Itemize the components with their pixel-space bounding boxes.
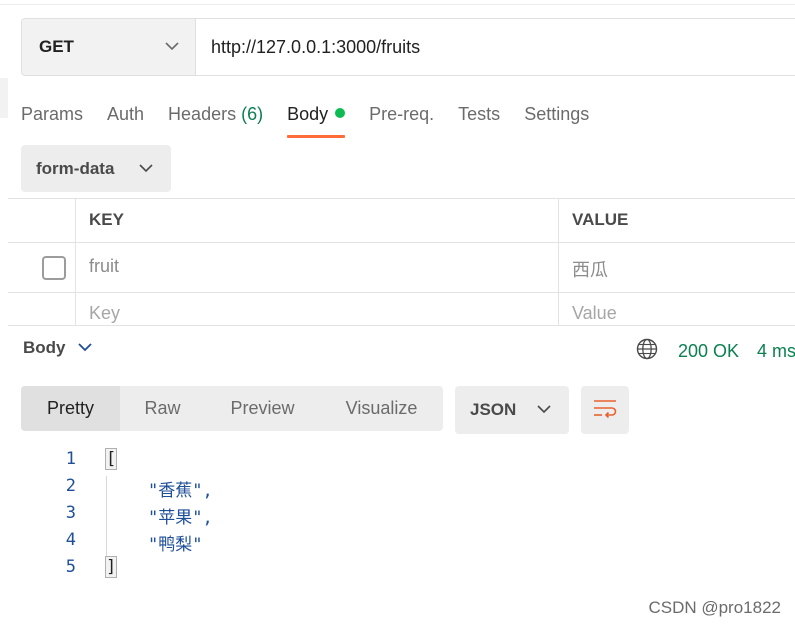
line-number: 4 (65, 530, 76, 550)
response-status-bar: 200 OK 4 ms (636, 338, 795, 365)
column-header-value: VALUE (572, 210, 629, 229)
row-key-text: fruit (89, 256, 120, 276)
chevron-down-icon (537, 401, 551, 419)
row-checkbox[interactable] (42, 256, 66, 280)
form-data-table: KEY VALUE fruit 西瓜 Key Value (8, 198, 795, 325)
body-type-label: form-data (36, 158, 115, 178)
method-select[interactable]: GET (22, 19, 196, 75)
tab-auth[interactable]: Auth (107, 100, 144, 138)
code-text: "苹果", (148, 508, 213, 528)
view-tab-label: Pretty (46, 398, 94, 418)
response-time[interactable]: 4 ms (757, 341, 795, 362)
code-text: "鸭梨" (148, 535, 203, 555)
view-tab-pretty[interactable]: Pretty (21, 386, 120, 431)
response-section-toggle[interactable]: Body (23, 338, 92, 358)
response-divider[interactable] (8, 325, 795, 326)
tab-tests[interactable]: Tests (458, 100, 500, 138)
line-number: 5 (65, 557, 76, 577)
sidebar-edge (0, 78, 8, 118)
view-tab-label: Preview (230, 398, 295, 418)
table-row: fruit 西瓜 (8, 242, 795, 293)
status-code[interactable]: 200 OK (678, 341, 739, 362)
tab-tests-label: Tests (458, 104, 501, 124)
watermark: CSDN @pro1822 (648, 598, 781, 617)
header-value-cell: VALUE (559, 199, 795, 243)
code-line: 4 "鸭梨" (0, 530, 795, 557)
row-check-cell (8, 243, 76, 293)
header-key-cell: KEY (76, 199, 559, 243)
format-select[interactable]: JSON (455, 386, 569, 434)
chevron-down-icon (165, 38, 179, 56)
method-label: GET (39, 37, 74, 56)
code-line: 3 "苹果", (0, 503, 795, 530)
chevron-down-icon (77, 339, 92, 357)
code-line: 1 [ (0, 448, 795, 476)
tab-params-label: Params (21, 104, 84, 124)
request-tabs: Params Auth Headers (6) Body Pre-req. Te… (21, 100, 613, 140)
line-number: 3 (65, 503, 76, 523)
tab-prereq-label: Pre-req. (369, 104, 435, 124)
view-tab-label: Visualize (345, 398, 418, 418)
new-value-cell[interactable]: Value (559, 293, 795, 325)
tab-headers-label: Headers (168, 104, 237, 124)
row-value-text: 西瓜 (572, 260, 608, 280)
chevron-down-icon (139, 160, 153, 178)
value-placeholder: Value (572, 303, 617, 323)
new-key-cell[interactable]: Key (76, 293, 559, 325)
row-value-cell[interactable]: 西瓜 (559, 243, 795, 293)
view-tab-label: Raw (144, 398, 181, 418)
body-indicator-dot (335, 108, 346, 118)
header-check-cell (8, 199, 76, 243)
top-divider (0, 4, 795, 5)
code-text: "香蕉", (148, 481, 213, 501)
tab-auth-label: Auth (107, 104, 145, 124)
tab-headers[interactable]: Headers (6) (168, 100, 263, 138)
tab-settings[interactable]: Settings (524, 100, 589, 138)
table-header-row: KEY VALUE (8, 198, 795, 243)
view-tab-preview[interactable]: Preview (205, 386, 320, 431)
tab-body[interactable]: Body (287, 100, 346, 138)
key-placeholder: Key (89, 303, 121, 323)
line-number: 2 (65, 476, 76, 496)
view-tab-raw[interactable]: Raw (120, 386, 205, 431)
code-text: ] (104, 556, 118, 578)
line-number: 1 (65, 449, 76, 469)
row-key-cell[interactable]: fruit (76, 243, 559, 293)
wrap-lines-icon (593, 398, 617, 423)
column-header-key: KEY (89, 210, 124, 229)
request-bar: GET (21, 18, 795, 76)
tab-params[interactable]: Params (21, 100, 83, 138)
new-row-check-cell (8, 293, 76, 325)
response-section-label: Body (23, 338, 66, 357)
code-line: 2 "香蕉", (0, 476, 795, 503)
tab-body-label: Body (287, 104, 329, 124)
globe-icon[interactable] (636, 338, 658, 365)
headers-count-badge: (6) (241, 104, 264, 124)
view-tab-visualize[interactable]: Visualize (320, 386, 443, 431)
response-view-tabs: Pretty Raw Preview Visualize (21, 386, 443, 431)
table-new-row: Key Value (8, 292, 795, 325)
tab-settings-label: Settings (524, 104, 590, 124)
tab-prereq[interactable]: Pre-req. (369, 100, 434, 138)
wrap-lines-button[interactable] (581, 386, 629, 434)
code-line: 5 ] (0, 556, 795, 584)
body-type-select[interactable]: form-data (21, 145, 171, 192)
code-text: [ (104, 448, 118, 470)
url-input[interactable] (196, 19, 795, 75)
format-label: JSON (470, 400, 517, 419)
